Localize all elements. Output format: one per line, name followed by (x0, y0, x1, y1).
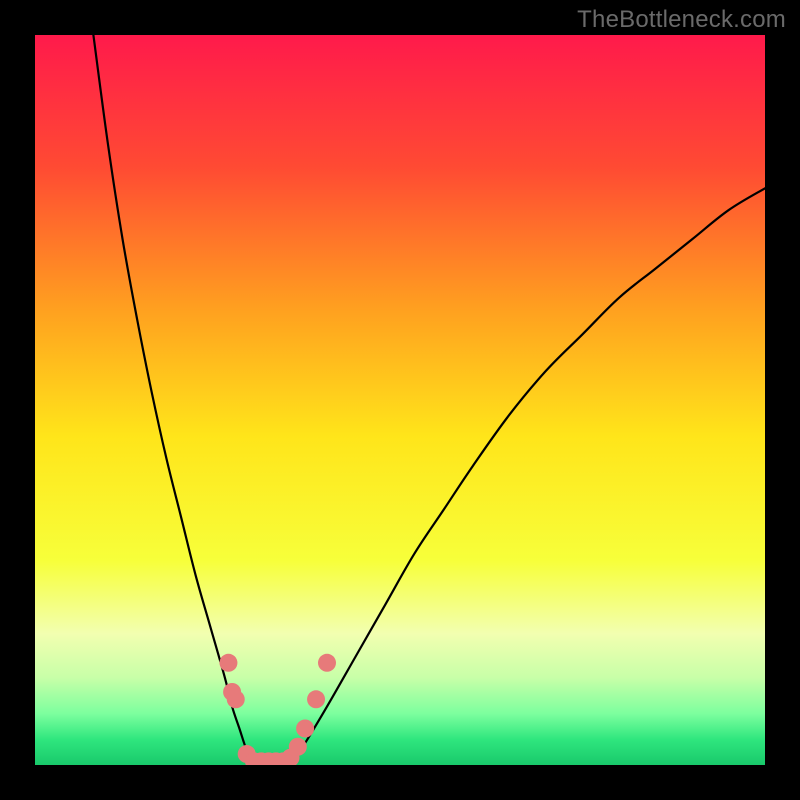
chart-frame: TheBottleneck.com (0, 0, 800, 800)
plot-area (35, 35, 765, 765)
marker-dot (307, 690, 325, 708)
watermark-text: TheBottleneck.com (577, 6, 786, 34)
marker-dot (219, 654, 237, 672)
marker-dot (289, 738, 307, 756)
marker-dot (296, 720, 314, 738)
marker-dot (227, 690, 245, 708)
curve-layer (35, 35, 765, 765)
marker-group (219, 654, 336, 765)
marker-dot (318, 654, 336, 672)
bottleneck-curve (93, 35, 765, 765)
